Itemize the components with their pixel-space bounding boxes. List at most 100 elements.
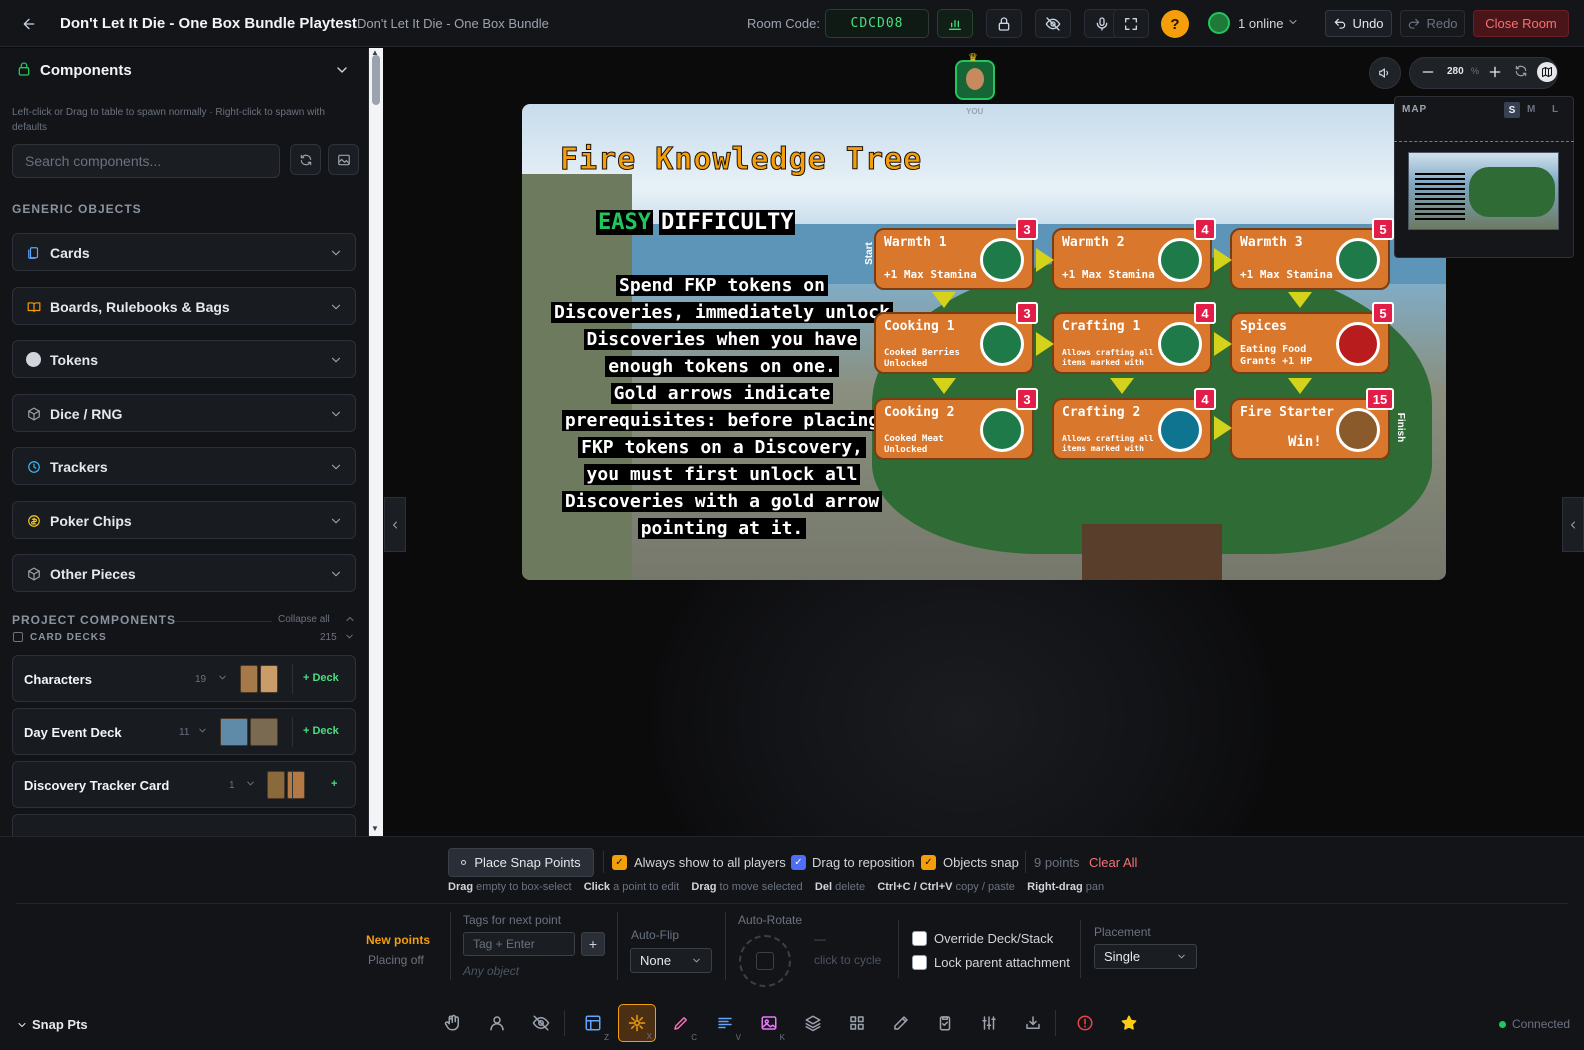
discovery-node[interactable]: Warmth 3 +1 Max Stamina 5 <box>1230 218 1394 290</box>
user-tool-button[interactable] <box>478 1004 516 1042</box>
fire-knowledge-tree-board[interactable]: Fire Knowledge Tree EASY DIFFICULTY Spend… <box>522 104 1446 580</box>
clear-all-button[interactable]: Clear All <box>1089 855 1137 870</box>
sliders-icon <box>980 1014 998 1032</box>
map-toggle-button[interactable] <box>1537 62 1557 82</box>
add-button[interactable]: + <box>331 778 337 790</box>
collapse-right-panel[interactable] <box>1562 497 1584 552</box>
chevron-down-icon[interactable] <box>334 62 350 78</box>
category-label: Poker Chips <box>50 513 132 529</box>
chevron-down-icon[interactable] <box>1287 16 1299 28</box>
draw-tool-button[interactable]: C <box>662 1004 700 1042</box>
clipboard-tool-button[interactable] <box>926 1004 964 1042</box>
override-deck-label[interactable]: Override Deck/Stack <box>934 931 1053 946</box>
place-snap-points-button[interactable]: Place Snap Points <box>448 848 594 877</box>
minimap-board-thumbnail[interactable] <box>1408 152 1559 230</box>
tag-input[interactable]: Tag + Enter <box>463 932 575 956</box>
redo-button[interactable]: Redo <box>1400 10 1465 37</box>
drag-reposition-checkbox[interactable]: ✓ <box>791 855 806 870</box>
discovery-node[interactable]: Crafting 2 Allows crafting all items mark… <box>1052 388 1216 460</box>
minimap-size-medium[interactable]: M <box>1527 104 1535 115</box>
collapse-all-link[interactable]: Collapse all <box>278 614 330 625</box>
image-tool-button[interactable]: K <box>750 1004 788 1042</box>
chevron-down-icon[interactable] <box>197 725 208 736</box>
chevron-up-icon[interactable] <box>344 613 356 625</box>
sliders-tool-button[interactable] <box>970 1004 1008 1042</box>
zoom-value[interactable]: 280 <box>1447 66 1464 77</box>
discovery-node[interactable]: Cooking 2 Cooked Meat Unlocked 3 <box>874 388 1038 460</box>
always-show-label[interactable]: Always show to all players <box>634 855 786 870</box>
lock-parent-label[interactable]: Lock parent attachment <box>934 955 1070 970</box>
override-deck-checkbox[interactable] <box>912 931 927 946</box>
components-header[interactable]: Components <box>0 48 368 92</box>
download-tool-button[interactable] <box>1014 1004 1052 1042</box>
refresh-button[interactable] <box>290 144 321 175</box>
deck-item[interactable]: Characters 19 + Deck <box>12 655 356 702</box>
back-arrow-icon[interactable] <box>18 13 40 35</box>
snap-points-panel-toggle[interactable]: Snap Pts <box>16 1017 88 1032</box>
category-dice[interactable]: Dice / RNG <box>12 394 356 432</box>
discovery-node[interactable]: Cooking 1 Cooked Berries Unlocked 3 <box>874 302 1038 374</box>
discovery-node[interactable]: Crafting 1 Allows crafting all items mark… <box>1052 302 1216 374</box>
add-tag-button[interactable]: + <box>581 932 605 956</box>
mute-button[interactable] <box>1369 57 1401 89</box>
category-trackers[interactable]: Trackers <box>12 447 356 485</box>
objects-snap-label[interactable]: Objects snap <box>943 855 1019 870</box>
grid-tool-button[interactable] <box>838 1004 876 1042</box>
lock-parent-checkbox[interactable] <box>912 955 927 970</box>
alert-tool-button[interactable] <box>1066 1004 1104 1042</box>
sidebar-scrollbar[interactable] <box>369 48 383 836</box>
scroll-up-icon[interactable]: ▲ <box>371 48 379 57</box>
minimap-size-small[interactable]: S <box>1504 102 1520 118</box>
placement-select[interactable]: Single <box>1094 944 1197 969</box>
minimap-size-large[interactable]: L <box>1552 104 1558 115</box>
deck-item[interactable] <box>12 814 356 836</box>
layers-tool-button[interactable] <box>794 1004 832 1042</box>
online-count[interactable]: 1 online <box>1238 16 1284 31</box>
cards-icon <box>26 245 41 260</box>
discovery-node[interactable]: Warmth 1 +1 Max Stamina 3 <box>874 218 1038 290</box>
add-deck-button[interactable]: + Deck <box>303 725 339 737</box>
category-boards[interactable]: Boards, Rulebooks & Bags <box>12 287 356 325</box>
layout-tool-button[interactable]: Z <box>574 1004 612 1042</box>
card-decks-checkbox[interactable] <box>13 632 23 642</box>
text-tool-button[interactable]: V <box>706 1004 744 1042</box>
reset-view-icon[interactable] <box>1514 64 1528 78</box>
snap-tool-button[interactable]: X <box>618 1004 656 1042</box>
zoom-in-icon[interactable] <box>1487 64 1503 80</box>
undo-button[interactable]: Undo <box>1325 10 1392 37</box>
lock-button[interactable] <box>986 9 1022 38</box>
objects-snap-checkbox[interactable]: ✓ <box>921 855 936 870</box>
search-input[interactable]: Search components... <box>12 144 280 178</box>
category-other-pieces[interactable]: Other Pieces <box>12 554 356 592</box>
collapse-left-panel[interactable] <box>384 497 406 552</box>
help-button[interactable]: ? <box>1161 10 1189 38</box>
hide-tool-button[interactable] <box>522 1004 560 1042</box>
image-button[interactable] <box>328 144 359 175</box>
always-show-checkbox[interactable]: ✓ <box>612 855 627 870</box>
discovery-node[interactable]: Spices Eating Food Grants +1 HP 5 <box>1230 302 1394 374</box>
discovery-node[interactable]: Warmth 2 +1 Max Stamina 4 <box>1052 218 1216 290</box>
drag-reposition-label[interactable]: Drag to reposition <box>812 855 915 870</box>
hand-tool-button[interactable] <box>434 1004 472 1042</box>
add-deck-button[interactable]: + Deck <box>303 672 339 684</box>
hide-button[interactable] <box>1035 9 1071 38</box>
close-room-button[interactable]: Close Room <box>1473 10 1569 37</box>
room-code[interactable]: CDCD08 <box>825 9 929 38</box>
autoflip-select[interactable]: None <box>630 948 712 973</box>
deck-item[interactable]: Discovery Tracker Card 1 + <box>12 761 356 808</box>
deck-item[interactable]: Day Event Deck 11 + Deck <box>12 708 356 755</box>
chevron-down-icon[interactable] <box>344 631 355 642</box>
category-cards[interactable]: Cards <box>12 233 356 271</box>
star-tool-button[interactable] <box>1110 1004 1148 1042</box>
scrollbar-thumb[interactable] <box>372 55 380 105</box>
edit-tool-button[interactable] <box>882 1004 920 1042</box>
category-poker-chips[interactable]: Poker Chips <box>12 501 356 539</box>
stats-button[interactable] <box>937 9 973 38</box>
fullscreen-button[interactable] <box>1113 9 1149 38</box>
category-tokens[interactable]: Tokens <box>12 340 356 378</box>
discovery-node[interactable]: Fire Starter Win! 15 <box>1230 388 1394 460</box>
chevron-down-icon[interactable] <box>217 672 228 683</box>
scroll-down-icon[interactable]: ▼ <box>371 824 379 833</box>
zoom-out-icon[interactable] <box>1420 64 1436 80</box>
chevron-down-icon[interactable] <box>245 778 256 789</box>
